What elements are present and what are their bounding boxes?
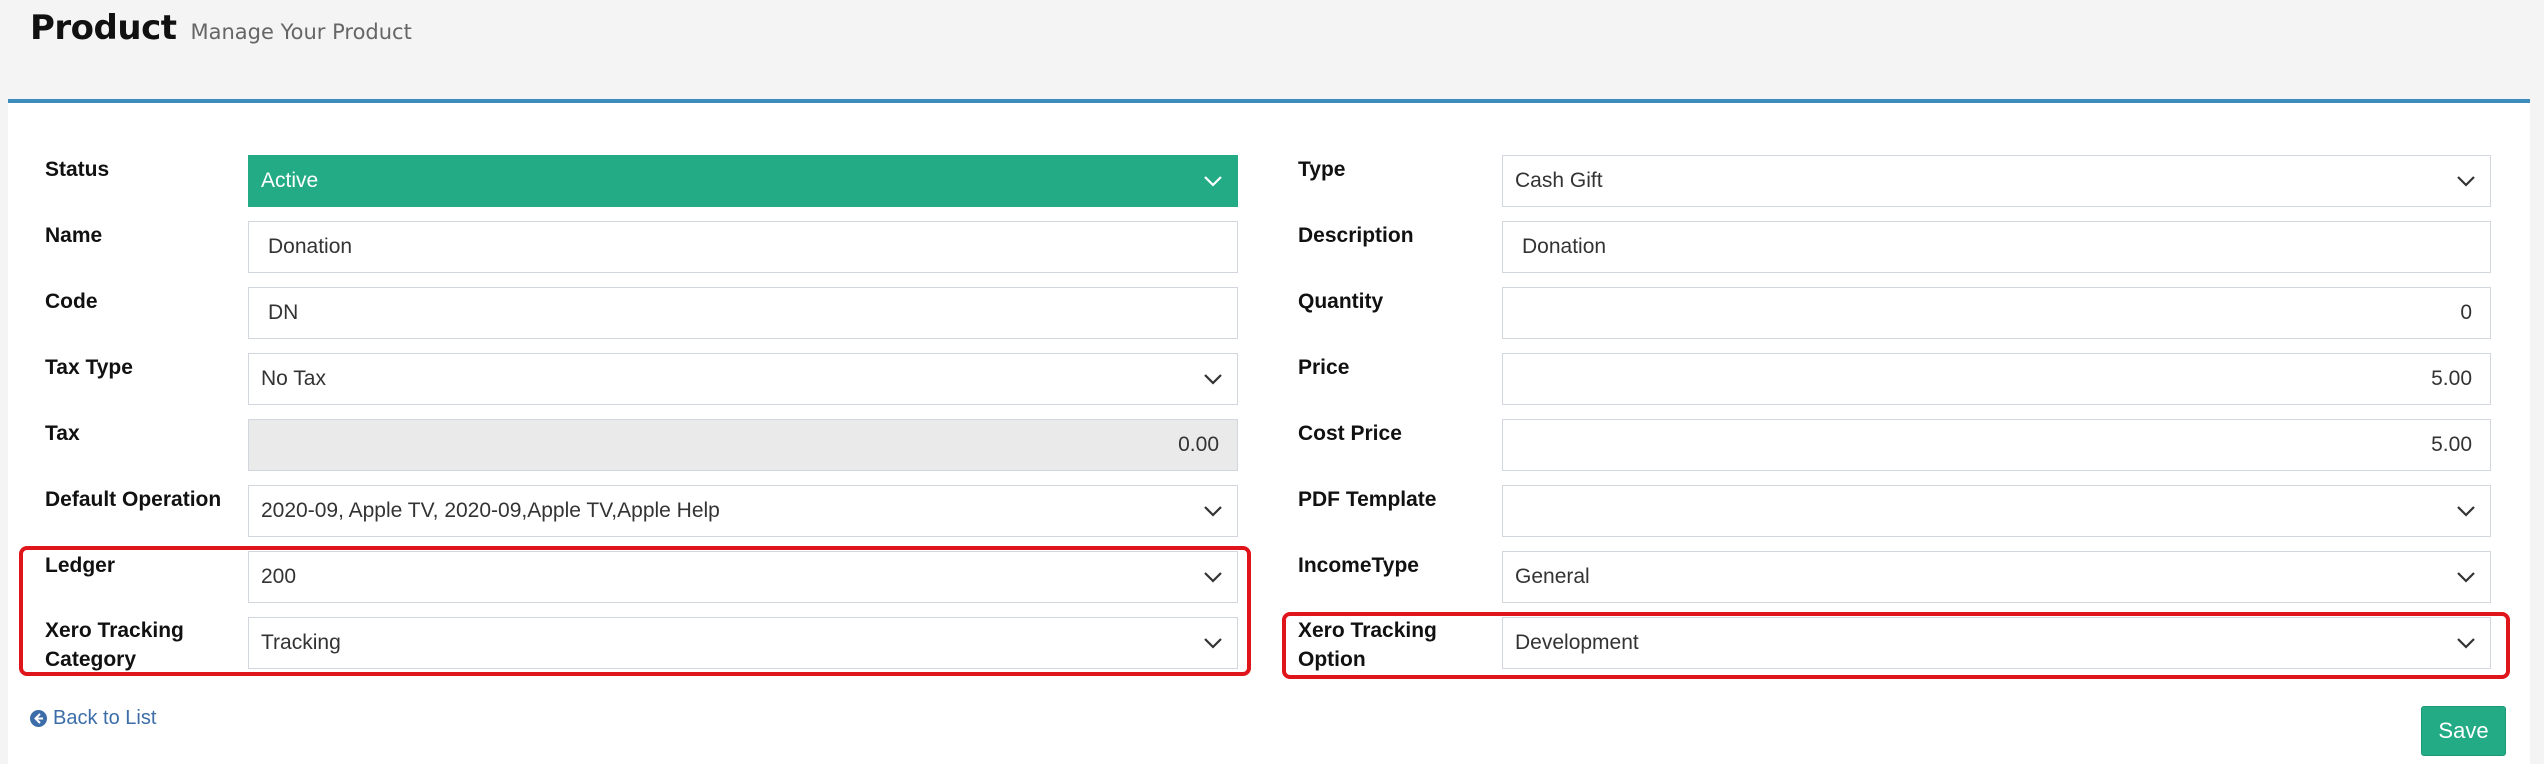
- default-operation-value: 2020-09, Apple TV, 2020-09,Apple TV,Appl…: [261, 499, 720, 522]
- page-subtitle: Manage Your Product: [190, 20, 412, 44]
- chevron-down-icon: [2456, 175, 2476, 187]
- status-select[interactable]: Active: [248, 155, 1238, 207]
- income-type-label: IncomeType: [1298, 554, 1419, 577]
- chevron-down-icon: [1203, 373, 1223, 385]
- price-label: Price: [1298, 356, 1350, 379]
- name-input[interactable]: Donation: [248, 221, 1238, 273]
- chevron-down-icon: [1203, 505, 1223, 517]
- highlight-ledger-tracking-category: [19, 546, 1251, 676]
- income-type-value: General: [1515, 565, 1590, 588]
- chevron-down-icon: [2456, 505, 2476, 517]
- tax-label: Tax: [45, 422, 80, 445]
- page-header: Product Manage Your Product: [30, 8, 412, 58]
- cost-price-label: Cost Price: [1298, 422, 1402, 445]
- quantity-label: Quantity: [1298, 290, 1384, 313]
- code-value: DN: [268, 301, 299, 324]
- name-label: Name: [45, 224, 103, 247]
- description-value: Donation: [1522, 235, 1607, 258]
- code-input[interactable]: DN: [248, 287, 1238, 339]
- status-value: Active: [261, 169, 319, 192]
- cost-price-input[interactable]: 5.00: [1502, 419, 2491, 471]
- description-label: Description: [1298, 224, 1414, 247]
- description-input[interactable]: Donation: [1502, 221, 2491, 273]
- pdf-template-select[interactable]: [1502, 485, 2491, 537]
- tax-value: 0.00: [1178, 433, 1219, 456]
- back-to-list-label: Back to List: [53, 707, 157, 729]
- chevron-down-icon: [2456, 571, 2476, 583]
- pdf-template-label: PDF Template: [1298, 488, 1437, 511]
- type-select[interactable]: Cash Gift: [1502, 155, 2491, 207]
- chevron-down-icon: [1203, 175, 1223, 187]
- price-input[interactable]: 5.00: [1502, 353, 2491, 405]
- status-label: Status: [45, 158, 110, 181]
- type-value: Cash Gift: [1515, 169, 1603, 192]
- tax-type-label: Tax Type: [45, 356, 133, 379]
- back-to-list-link[interactable]: Back to List: [30, 707, 156, 730]
- tax-type-value: No Tax: [261, 367, 326, 390]
- page-title: Product: [30, 8, 177, 48]
- arrow-circle-left-icon: [30, 710, 47, 727]
- default-operation-select[interactable]: 2020-09, Apple TV, 2020-09,Apple TV,Appl…: [248, 485, 1238, 537]
- name-value: Donation: [268, 235, 353, 258]
- price-value: 5.00: [2431, 367, 2472, 390]
- highlight-tracking-option: [1282, 612, 2510, 679]
- save-button[interactable]: Save: [2421, 706, 2506, 756]
- tax-input: 0.00: [248, 419, 1238, 471]
- code-label: Code: [45, 290, 98, 313]
- tax-type-select[interactable]: No Tax: [248, 353, 1238, 405]
- default-operation-label: Default Operation: [45, 488, 222, 511]
- quantity-value: 0: [2460, 301, 2472, 324]
- cost-price-value: 5.00: [2431, 433, 2472, 456]
- type-label: Type: [1298, 158, 1346, 181]
- quantity-input[interactable]: 0: [1502, 287, 2491, 339]
- income-type-select[interactable]: General: [1502, 551, 2491, 603]
